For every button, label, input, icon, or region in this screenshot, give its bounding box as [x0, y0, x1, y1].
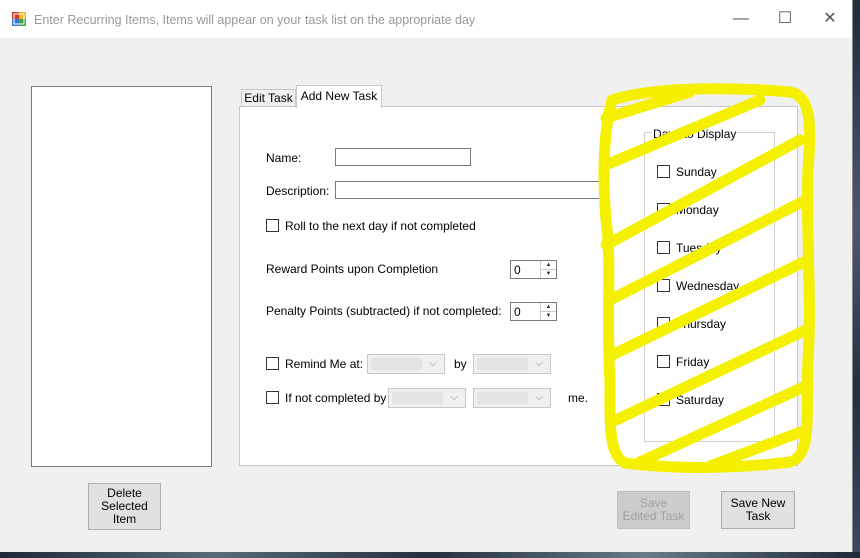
close-button[interactable]: ✕	[815, 7, 845, 31]
delete-selected-item-button[interactable]: Delete Selected Item	[88, 483, 161, 530]
name-input[interactable]	[335, 148, 471, 166]
name-label: Name:	[266, 151, 302, 165]
not-completed-action-select[interactable]: ⌵	[473, 388, 551, 408]
reward-points-value: 0	[514, 263, 521, 277]
day-label-friday: Friday	[676, 355, 710, 369]
chevron-down-icon: ⌵	[535, 358, 543, 369]
not-completed-label: If not completed by	[285, 391, 387, 405]
day-checkbox-friday[interactable]	[657, 355, 670, 368]
day-label-sunday: Sunday	[676, 165, 717, 179]
description-input[interactable]	[335, 181, 606, 199]
day-checkbox-monday[interactable]	[657, 203, 670, 216]
save-new-task-label: Save New Task	[730, 496, 786, 523]
chevron-down-icon[interactable]: ▼	[541, 270, 556, 278]
day-checkbox-thursday[interactable]	[657, 317, 670, 330]
save-edited-task-button[interactable]: Save Edited Task	[617, 491, 690, 529]
days-to-display-title: Days to Display	[652, 127, 738, 141]
day-label-thursday: Thursday	[676, 317, 727, 331]
penalty-points-value: 0	[514, 305, 521, 319]
delete-button-label: Delete Selected Item	[101, 486, 148, 526]
remind-by-select[interactable]: ⌵	[473, 354, 551, 374]
chevron-up-icon[interactable]: ▲	[541, 261, 556, 270]
by-label: by	[454, 357, 467, 371]
not-completed-checkbox[interactable]	[266, 391, 279, 404]
day-label-saturday: Saturday	[676, 393, 725, 407]
roll-over-checkbox[interactable]	[266, 219, 279, 232]
reward-points-label: Reward Points upon Completion	[266, 262, 439, 276]
tab-add-new-task[interactable]: Add New Task	[296, 85, 382, 108]
day-label-tuesday: Tuesday	[676, 241, 722, 255]
day-checkbox-wednesday[interactable]	[657, 279, 670, 292]
day-checkbox-sunday[interactable]	[657, 165, 670, 178]
tab-add-new-task-label: Add New Task	[300, 89, 378, 103]
remind-time-select[interactable]: ⌵	[367, 354, 445, 374]
remind-me-label: Remind Me at:	[285, 357, 364, 371]
recurring-items-list[interactable]	[31, 86, 212, 467]
description-label: Description:	[266, 184, 330, 198]
app-icon	[12, 12, 26, 26]
window-title: Enter Recurring Items, Items will appear…	[34, 13, 476, 27]
tab-edit-task[interactable]: Edit Task	[241, 89, 296, 107]
day-checkbox-tuesday[interactable]	[657, 241, 670, 254]
chevron-down-icon: ⌵	[450, 392, 458, 403]
day-checkbox-saturday[interactable]	[657, 393, 670, 406]
penalty-points-stepper[interactable]: 0 ▲ ▼	[510, 302, 557, 321]
penalty-points-label: Penalty Points (subtracted) if not compl…	[266, 304, 502, 318]
minimize-icon: —	[733, 10, 749, 27]
chevron-down-icon: ⌵	[535, 392, 543, 403]
remind-me-checkbox[interactable]	[266, 357, 279, 370]
close-icon: ✕	[823, 10, 837, 27]
day-label-monday: Monday	[676, 203, 719, 217]
minimize-button[interactable]: —	[726, 7, 756, 31]
chevron-up-icon[interactable]: ▲	[541, 303, 556, 312]
reward-points-stepper[interactable]: 0 ▲ ▼	[510, 260, 557, 279]
chevron-down-icon[interactable]: ▼	[541, 312, 556, 320]
chevron-down-icon: ⌵	[429, 358, 437, 369]
maximize-button[interactable]: ☐	[770, 7, 800, 31]
not-completed-time-select[interactable]: ⌵	[388, 388, 466, 408]
desktop-bottom-strip	[0, 552, 860, 558]
recurring-items-window: Enter Recurring Items, Items will appear…	[0, 0, 853, 552]
desktop-background-strip	[852, 0, 860, 558]
day-label-wednesday: Wednesday	[676, 279, 740, 293]
title-bar[interactable]: Enter Recurring Items, Items will appear…	[0, 0, 852, 38]
maximize-icon: ☐	[777, 10, 793, 27]
save-edited-task-label: Save Edited Task	[622, 496, 685, 523]
roll-over-label: Roll to the next day if not completed	[285, 219, 476, 233]
tab-edit-task-label: Edit Task	[244, 91, 293, 105]
me-label: me.	[568, 391, 589, 405]
save-new-task-button[interactable]: Save New Task	[721, 491, 795, 529]
